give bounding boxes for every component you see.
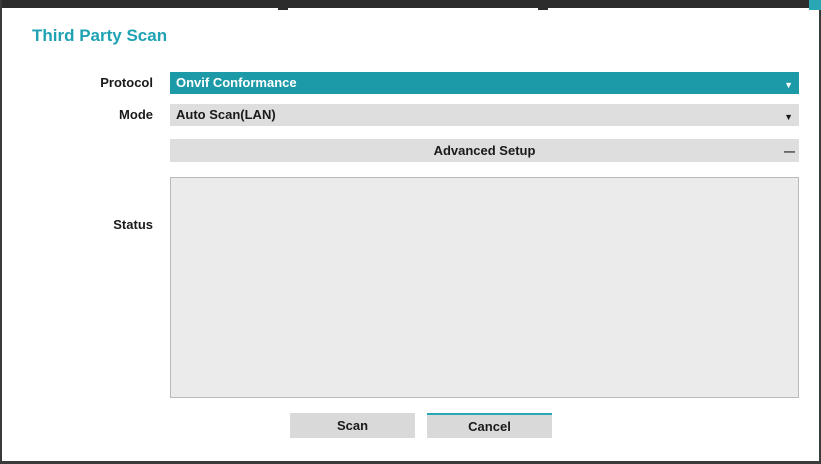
protocol-value: Onvif Conformance	[176, 75, 297, 90]
advanced-setup-toggle[interactable]: Advanced Setup —	[170, 139, 799, 162]
third-party-scan-dialog: Third Party Scan Protocol Onvif Conforma…	[0, 0, 821, 464]
cancel-button[interactable]: Cancel	[427, 413, 552, 438]
status-textarea[interactable]	[170, 177, 799, 398]
protocol-label: Protocol	[100, 75, 153, 90]
chevron-down-icon: ▼	[784, 112, 793, 122]
top-bar-tick	[278, 0, 288, 10]
mode-value: Auto Scan(LAN)	[176, 107, 276, 122]
status-label: Status	[113, 217, 153, 232]
scan-button[interactable]: Scan	[290, 413, 415, 438]
top-bar-tick	[538, 0, 548, 10]
collapse-icon: —	[784, 146, 795, 158]
mode-dropdown[interactable]: Auto Scan(LAN) ▼	[170, 104, 799, 126]
dialog-top-bar	[2, 0, 821, 10]
dialog-title: Third Party Scan	[32, 26, 168, 45]
advanced-setup-label: Advanced Setup	[433, 143, 536, 158]
top-bar-accent	[809, 0, 821, 10]
chevron-down-icon: ▼	[784, 80, 793, 90]
mode-label: Mode	[119, 107, 153, 122]
protocol-dropdown[interactable]: Onvif Conformance ▼	[170, 72, 799, 94]
